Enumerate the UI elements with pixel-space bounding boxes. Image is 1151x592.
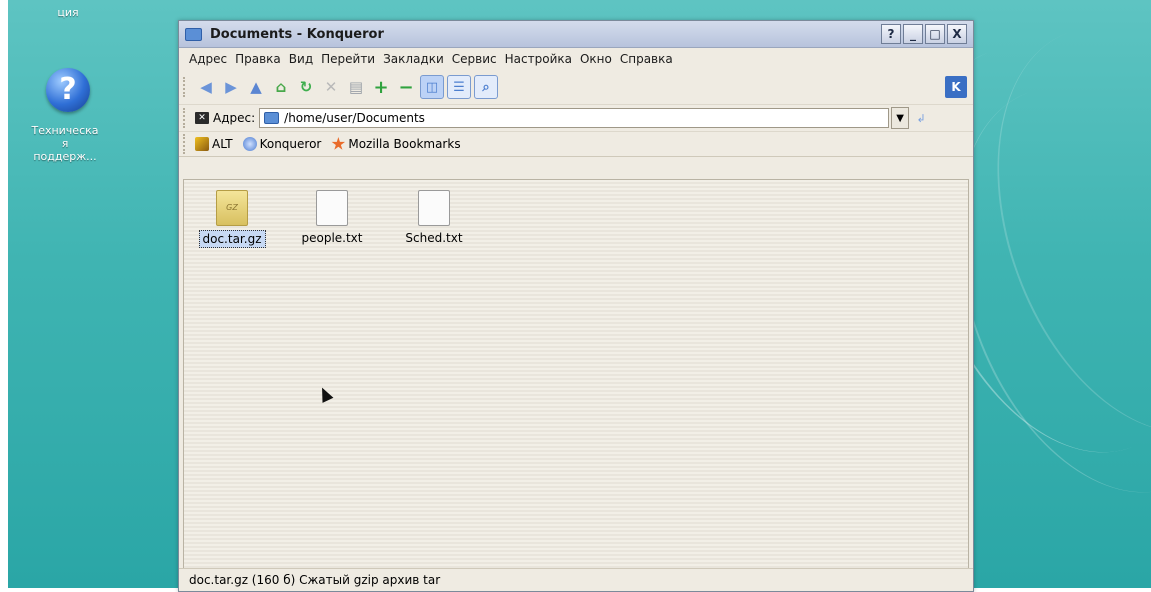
list-view-icon[interactable]: ☰	[447, 75, 471, 99]
text-file-icon	[316, 190, 348, 226]
go-icon[interactable]: ↲	[913, 108, 929, 128]
toolbar-grip[interactable]	[183, 134, 189, 154]
bookmarks-toolbar: ALT Konqueror Mozilla Bookmarks	[179, 132, 973, 157]
up-arrow-icon[interactable]: ▲	[245, 76, 267, 98]
label-line: Техническа	[31, 124, 99, 137]
status-bar: doc.tar.gz (160 б) Сжатый gzip архив tar	[179, 568, 973, 591]
title-bar[interactable]: Documents - Konqueror ? _ □ X	[179, 21, 973, 48]
zoom-in-icon[interactable]: +	[370, 76, 392, 98]
bookmark-label: Mozilla Bookmarks	[348, 137, 461, 151]
location-input[interactable]: /home/user/Documents	[259, 108, 890, 128]
label-line: поддерж...	[33, 150, 97, 163]
file-name: people.txt	[301, 231, 363, 245]
star-icon	[331, 137, 346, 150]
maximize-button[interactable]: □	[925, 24, 945, 44]
text-file-icon	[418, 190, 450, 226]
konqueror-window: Documents - Konqueror ? _ □ X Адрес Прав…	[178, 20, 974, 592]
menu-help[interactable]: Справка	[620, 52, 673, 66]
location-bar: ✕ Адрес: /home/user/Documents ▼ ↲	[179, 105, 973, 132]
window-title: Documents - Konqueror	[210, 26, 384, 42]
archive-icon: GZ	[216, 190, 248, 226]
help-button[interactable]: ?	[881, 24, 901, 44]
menu-address[interactable]: Адрес	[189, 52, 227, 66]
mouse-cursor-icon	[316, 385, 334, 403]
print-icon[interactable]: ▤	[345, 76, 367, 98]
toolbar-grip[interactable]	[183, 77, 189, 97]
icon-view-icon[interactable]: ◫	[420, 75, 444, 99]
preview-view-icon[interactable]: ⌕	[474, 75, 498, 99]
main-toolbar: ◀ ▶ ▲ ⌂ ↻ ✕ ▤ + − ◫ ☰ ⌕ K	[179, 70, 973, 105]
label-line: я	[61, 137, 69, 150]
stop-icon[interactable]: ✕	[320, 76, 342, 98]
location-label: Адрес:	[213, 111, 256, 125]
bookmark-mozilla[interactable]: Mozilla Bookmarks	[331, 137, 461, 151]
help-icon[interactable]: ?	[46, 68, 90, 112]
reload-icon[interactable]: ↻	[295, 76, 317, 98]
clear-location-icon[interactable]: ✕	[195, 112, 209, 124]
home-icon[interactable]: ⌂	[270, 76, 292, 98]
bookmark-label: ALT	[212, 137, 233, 151]
menu-tools[interactable]: Сервис	[452, 52, 497, 66]
file-item[interactable]: Sched.txt	[394, 190, 474, 246]
folder-icon	[264, 112, 280, 124]
konqueror-icon	[242, 137, 257, 151]
folder-icon	[185, 27, 202, 41]
back-arrow-icon[interactable]: ◀	[195, 76, 217, 98]
toolbar-grip[interactable]	[183, 108, 189, 128]
bookmark-label: Konqueror	[259, 137, 322, 151]
desktop-icon-label-support[interactable]: Техническа я поддерж...	[10, 124, 120, 163]
bookmark-konqueror[interactable]: Konqueror	[242, 137, 322, 151]
forward-arrow-icon[interactable]: ▶	[220, 76, 242, 98]
file-name: doc.tar.gz	[198, 230, 266, 248]
menu-settings[interactable]: Настройка	[505, 52, 572, 66]
file-item[interactable]: GZ doc.tar.gz	[192, 190, 272, 248]
kde-logo-icon: K	[945, 76, 967, 98]
location-value: /home/user/Documents	[284, 111, 425, 125]
file-name: Sched.txt	[405, 231, 463, 245]
menu-bar: Адрес Правка Вид Перейти Закладки Сервис…	[179, 48, 973, 70]
menu-edit[interactable]: Правка	[235, 52, 281, 66]
bookmark-alt[interactable]: ALT	[195, 137, 233, 151]
zoom-out-icon[interactable]: −	[395, 76, 417, 98]
file-item[interactable]: people.txt	[292, 190, 372, 246]
menu-view[interactable]: Вид	[289, 52, 313, 66]
desktop-icon-label-partial: ция	[57, 6, 79, 19]
minimize-button[interactable]: _	[903, 24, 923, 44]
file-view[interactable]: GZ doc.tar.gz people.txt Sched.txt	[183, 179, 969, 569]
menu-bookmarks[interactable]: Закладки	[383, 52, 444, 66]
alt-folder-icon	[195, 137, 209, 151]
close-button[interactable]: X	[947, 24, 967, 44]
menu-go[interactable]: Перейти	[321, 52, 375, 66]
status-text: doc.tar.gz (160 б) Сжатый gzip архив tar	[189, 573, 441, 587]
location-dropdown-button[interactable]: ▼	[891, 107, 910, 129]
menu-window[interactable]: Окно	[580, 52, 612, 66]
